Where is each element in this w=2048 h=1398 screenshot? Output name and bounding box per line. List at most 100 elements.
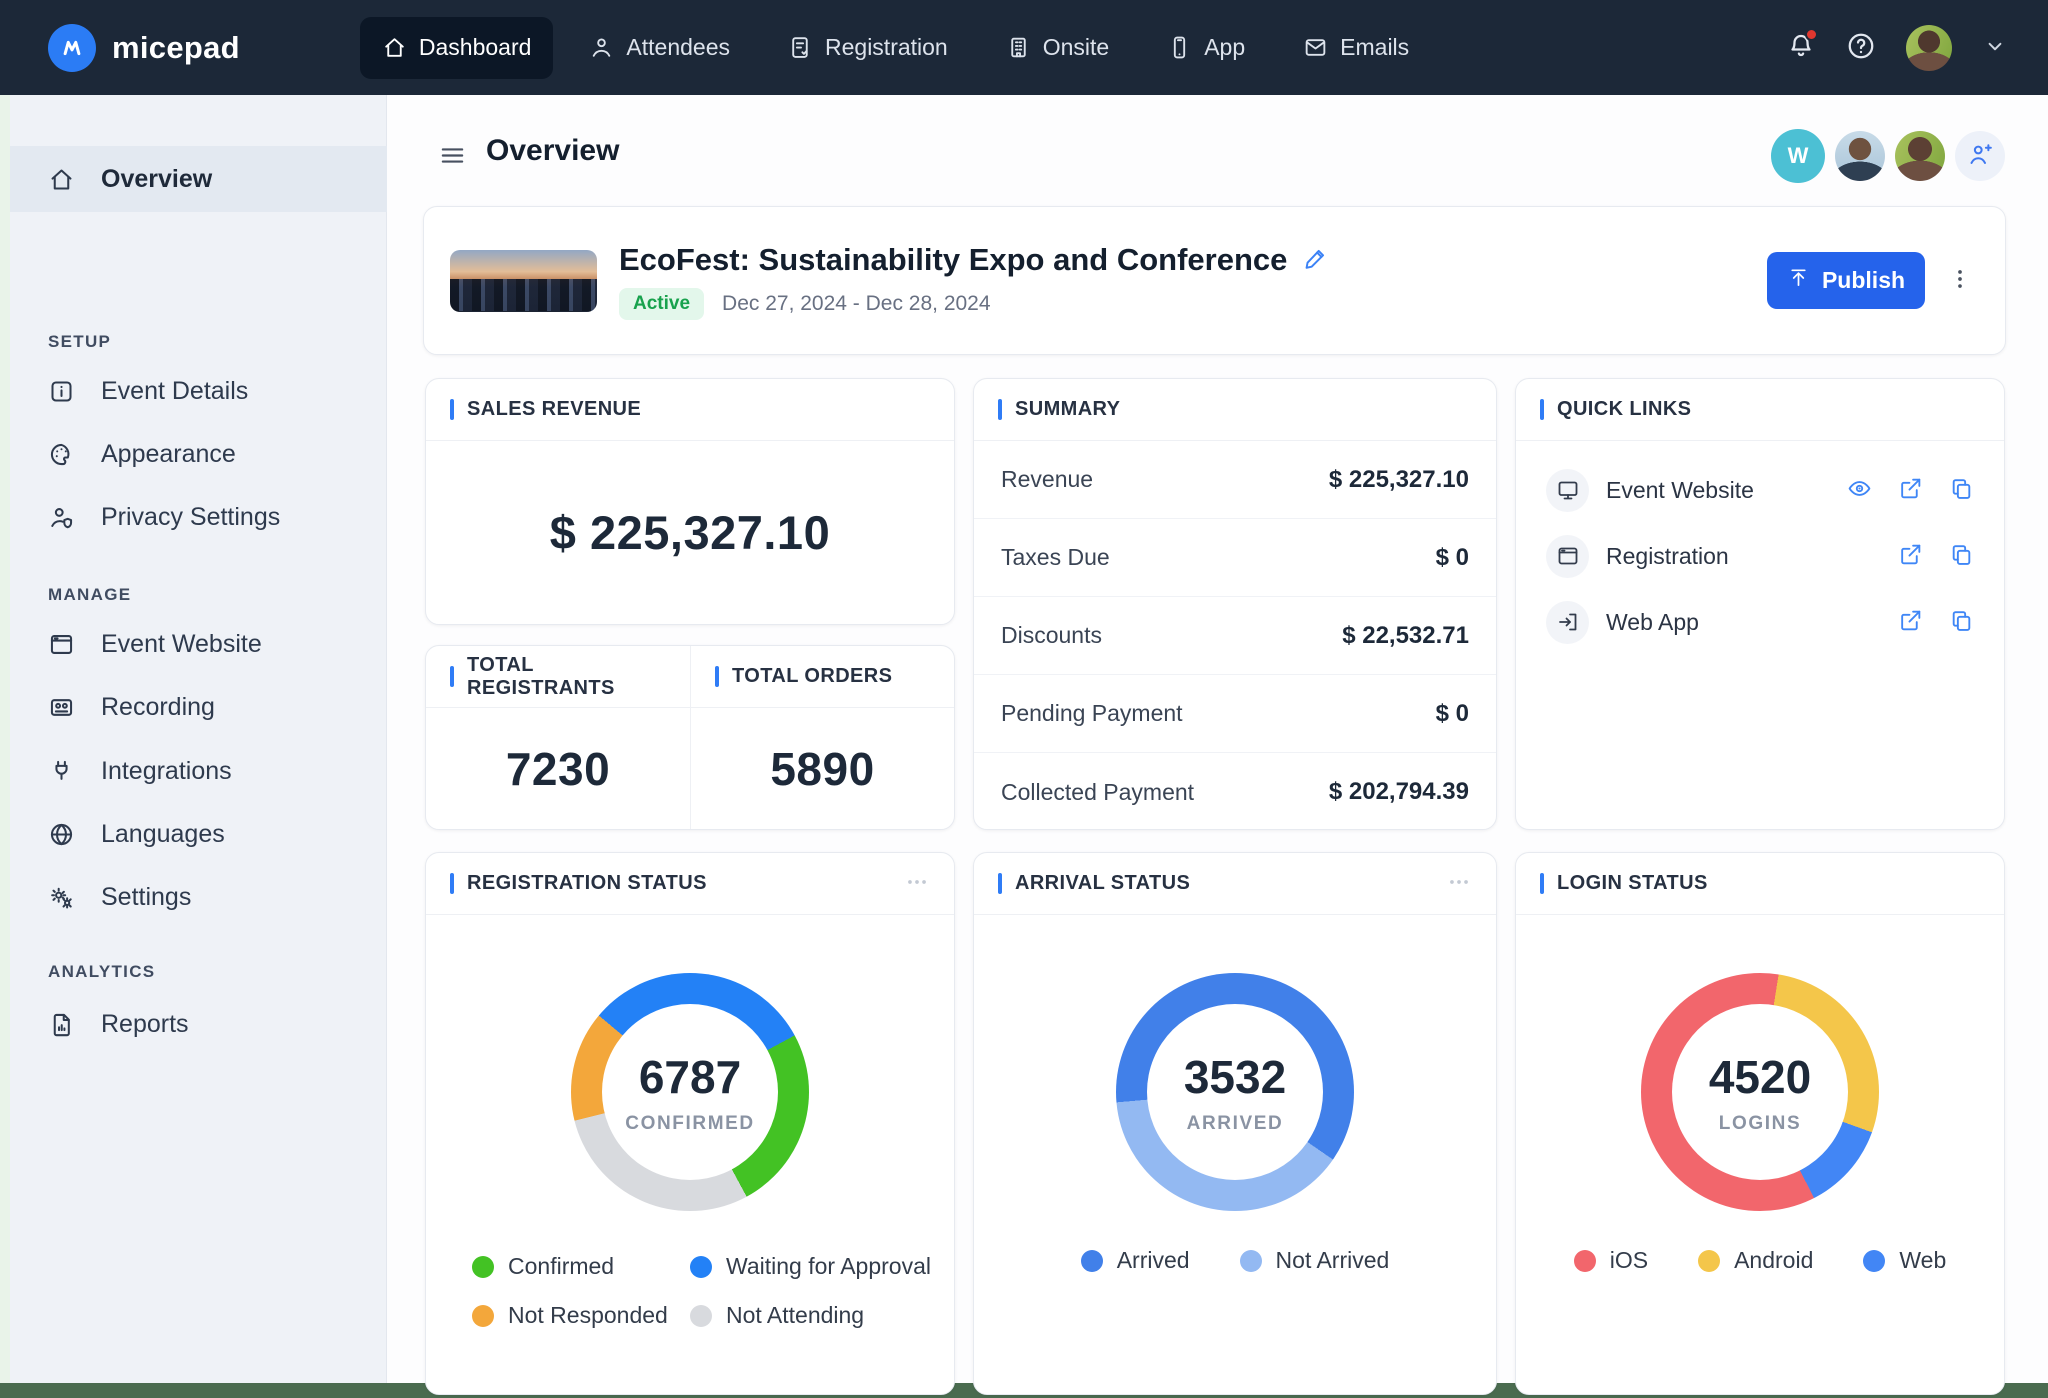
- eye-icon: [1847, 476, 1872, 504]
- help-button[interactable]: [1846, 31, 1876, 64]
- event-menu-button[interactable]: [1941, 260, 1979, 301]
- card-title: ARRIVAL STATUS: [1015, 872, 1190, 895]
- globe-icon: [48, 821, 75, 848]
- event-thumbnail: [450, 250, 597, 312]
- nav-tab-onsite[interactable]: Onsite: [984, 17, 1131, 79]
- quick-links-rows: Event WebsiteRegistrationWeb App: [1516, 441, 2004, 655]
- event-website-copy-button[interactable]: [1949, 476, 1974, 504]
- legend-item-not-arrived: Not Arrived: [1240, 1247, 1390, 1274]
- collaborator-avatar-w[interactable]: W: [1771, 129, 1825, 183]
- sidebar-item-overview[interactable]: Overview: [10, 146, 387, 212]
- report-icon: [48, 1011, 75, 1038]
- notification-dot: [1805, 28, 1818, 41]
- web-app-copy-button[interactable]: [1949, 608, 1974, 636]
- sidebar-item-integrations[interactable]: Integrations: [10, 744, 387, 798]
- card-menu-button[interactable]: [904, 869, 930, 898]
- total-orders: TOTAL ORDERS 5890: [690, 646, 954, 829]
- sidebar-item-event-website[interactable]: Event Website: [10, 617, 387, 671]
- summary-rows: Revenue$ 225,327.10Taxes Due$ 0Discounts…: [974, 441, 1496, 831]
- card-title: TOTAL REGISTRANTS: [467, 654, 666, 700]
- sidebar-item-reports[interactable]: Reports: [10, 997, 387, 1051]
- sidebar-item-settings[interactable]: Settings: [10, 870, 387, 924]
- card-title: SALES REVENUE: [467, 398, 641, 421]
- sidebar-item-privacy-settings[interactable]: Privacy Settings: [10, 490, 387, 544]
- sidebar-item-appearance[interactable]: Appearance: [10, 427, 387, 481]
- user-avatar[interactable]: [1906, 25, 1952, 71]
- sidebar-item-event-details[interactable]: Event Details: [10, 364, 387, 418]
- page-title: Overview: [486, 134, 619, 168]
- home-icon: [48, 166, 75, 193]
- event-website-eye-button[interactable]: [1847, 476, 1872, 504]
- nav-tab-app[interactable]: App: [1145, 17, 1267, 79]
- brand-name: micepad: [112, 30, 240, 66]
- card-menu-button[interactable]: [1446, 869, 1472, 898]
- gears-icon: [48, 884, 75, 911]
- publish-button[interactable]: Publish: [1767, 252, 1925, 309]
- chevron-down-icon: [1982, 33, 2008, 62]
- brand[interactable]: micepad: [48, 24, 240, 72]
- login-donut-chart: 4520LOGINSiOSAndroidWeb: [1516, 973, 2004, 1211]
- donut-center-value: 4520: [1709, 1050, 1811, 1104]
- card-title: TOTAL ORDERS: [732, 665, 892, 688]
- login-status-card: LOGIN STATUS 4520LOGINSiOSAndroidWeb: [1515, 852, 2005, 1395]
- registration-external-button[interactable]: [1898, 542, 1923, 570]
- legend-item-ios: iOS: [1574, 1247, 1648, 1274]
- collapse-sidebar-button[interactable]: [438, 141, 467, 173]
- sidebar-section-manage: MANAGE: [48, 585, 131, 605]
- accent-bar: [1540, 399, 1544, 420]
- event-website-external-button[interactable]: [1898, 476, 1923, 504]
- donut-center-value: 6787: [639, 1050, 741, 1104]
- nav-tab-dashboard[interactable]: Dashboard: [360, 17, 554, 79]
- legend-item-arrived: Arrived: [1081, 1247, 1190, 1274]
- notifications-button[interactable]: [1786, 31, 1816, 64]
- arrival-donut-chart: 3532ARRIVEDArrivedNot Arrived: [974, 973, 1496, 1211]
- login-icon: [1546, 601, 1589, 644]
- collaborator-avatar-1[interactable]: [1835, 131, 1885, 181]
- legend-item-confirmed: Confirmed: [472, 1253, 690, 1280]
- sidebar: OverviewSETUPEvent DetailsAppearancePriv…: [10, 95, 387, 1383]
- kebab-icon: [1947, 266, 1973, 295]
- total-registrants: TOTAL REGISTRANTS 7230: [426, 646, 690, 829]
- sales-revenue-value: $ 225,327.10: [550, 505, 830, 560]
- donut-center-label: CONFIRMED: [625, 1113, 754, 1135]
- dots-menu-icon: [1446, 869, 1472, 898]
- account-menu-button[interactable]: [1982, 33, 2008, 62]
- palette-icon: [48, 441, 75, 468]
- card-title: LOGIN STATUS: [1557, 872, 1708, 895]
- info-square-icon: [48, 378, 75, 405]
- nav-tab-emails[interactable]: Emails: [1281, 17, 1431, 79]
- summary-row-taxes-due: Taxes Due$ 0: [974, 519, 1496, 597]
- accent-bar: [715, 666, 719, 687]
- total-registrants-value: 7230: [506, 742, 610, 796]
- browser-icon: [1546, 535, 1589, 578]
- home-icon: [382, 35, 407, 60]
- legend-dot: [1698, 1250, 1720, 1272]
- legend-dot: [690, 1305, 712, 1327]
- web-app-external-button[interactable]: [1898, 608, 1923, 636]
- legend-item-not-responded: Not Responded: [472, 1302, 690, 1329]
- collaborator-avatar-2[interactable]: [1895, 131, 1945, 181]
- copy-icon: [1949, 542, 1974, 570]
- sidebar-item-languages[interactable]: Languages: [10, 807, 387, 861]
- registration-copy-button[interactable]: [1949, 542, 1974, 570]
- quick-links-card: QUICK LINKS Event WebsiteRegistrationWeb…: [1515, 378, 2005, 830]
- desktop-edge-left: [0, 95, 10, 1383]
- add-collaborator-button[interactable]: [1955, 131, 2005, 181]
- legend-dot: [1240, 1250, 1262, 1272]
- external-icon: [1898, 542, 1923, 570]
- nav-tab-attendees[interactable]: Attendees: [567, 17, 752, 79]
- summary-row-collected-payment: Collected Payment$ 202,794.39: [974, 753, 1496, 831]
- accent-bar: [998, 873, 1002, 894]
- donut-ring: 4520LOGINS: [1641, 973, 1879, 1211]
- edit-event-title-button[interactable]: [1303, 245, 1329, 274]
- top-navbar: micepad DashboardAttendeesRegistrationOn…: [0, 0, 2048, 95]
- sidebar-item-recording[interactable]: Recording: [10, 680, 387, 734]
- event-banner-card: EcoFest: Sustainability Expo and Confere…: [423, 206, 2006, 355]
- legend-dot: [1081, 1250, 1103, 1272]
- nav-tab-registration[interactable]: Registration: [766, 17, 970, 79]
- card-title: QUICK LINKS: [1557, 398, 1691, 421]
- sidebar-section-analytics: ANALYTICS: [48, 962, 155, 982]
- legend-item-waiting-for-approval: Waiting for Approval: [690, 1253, 938, 1280]
- registration-donut-chart: 6787CONFIRMEDConfirmedWaiting for Approv…: [426, 973, 954, 1211]
- legend-dot: [690, 1256, 712, 1278]
